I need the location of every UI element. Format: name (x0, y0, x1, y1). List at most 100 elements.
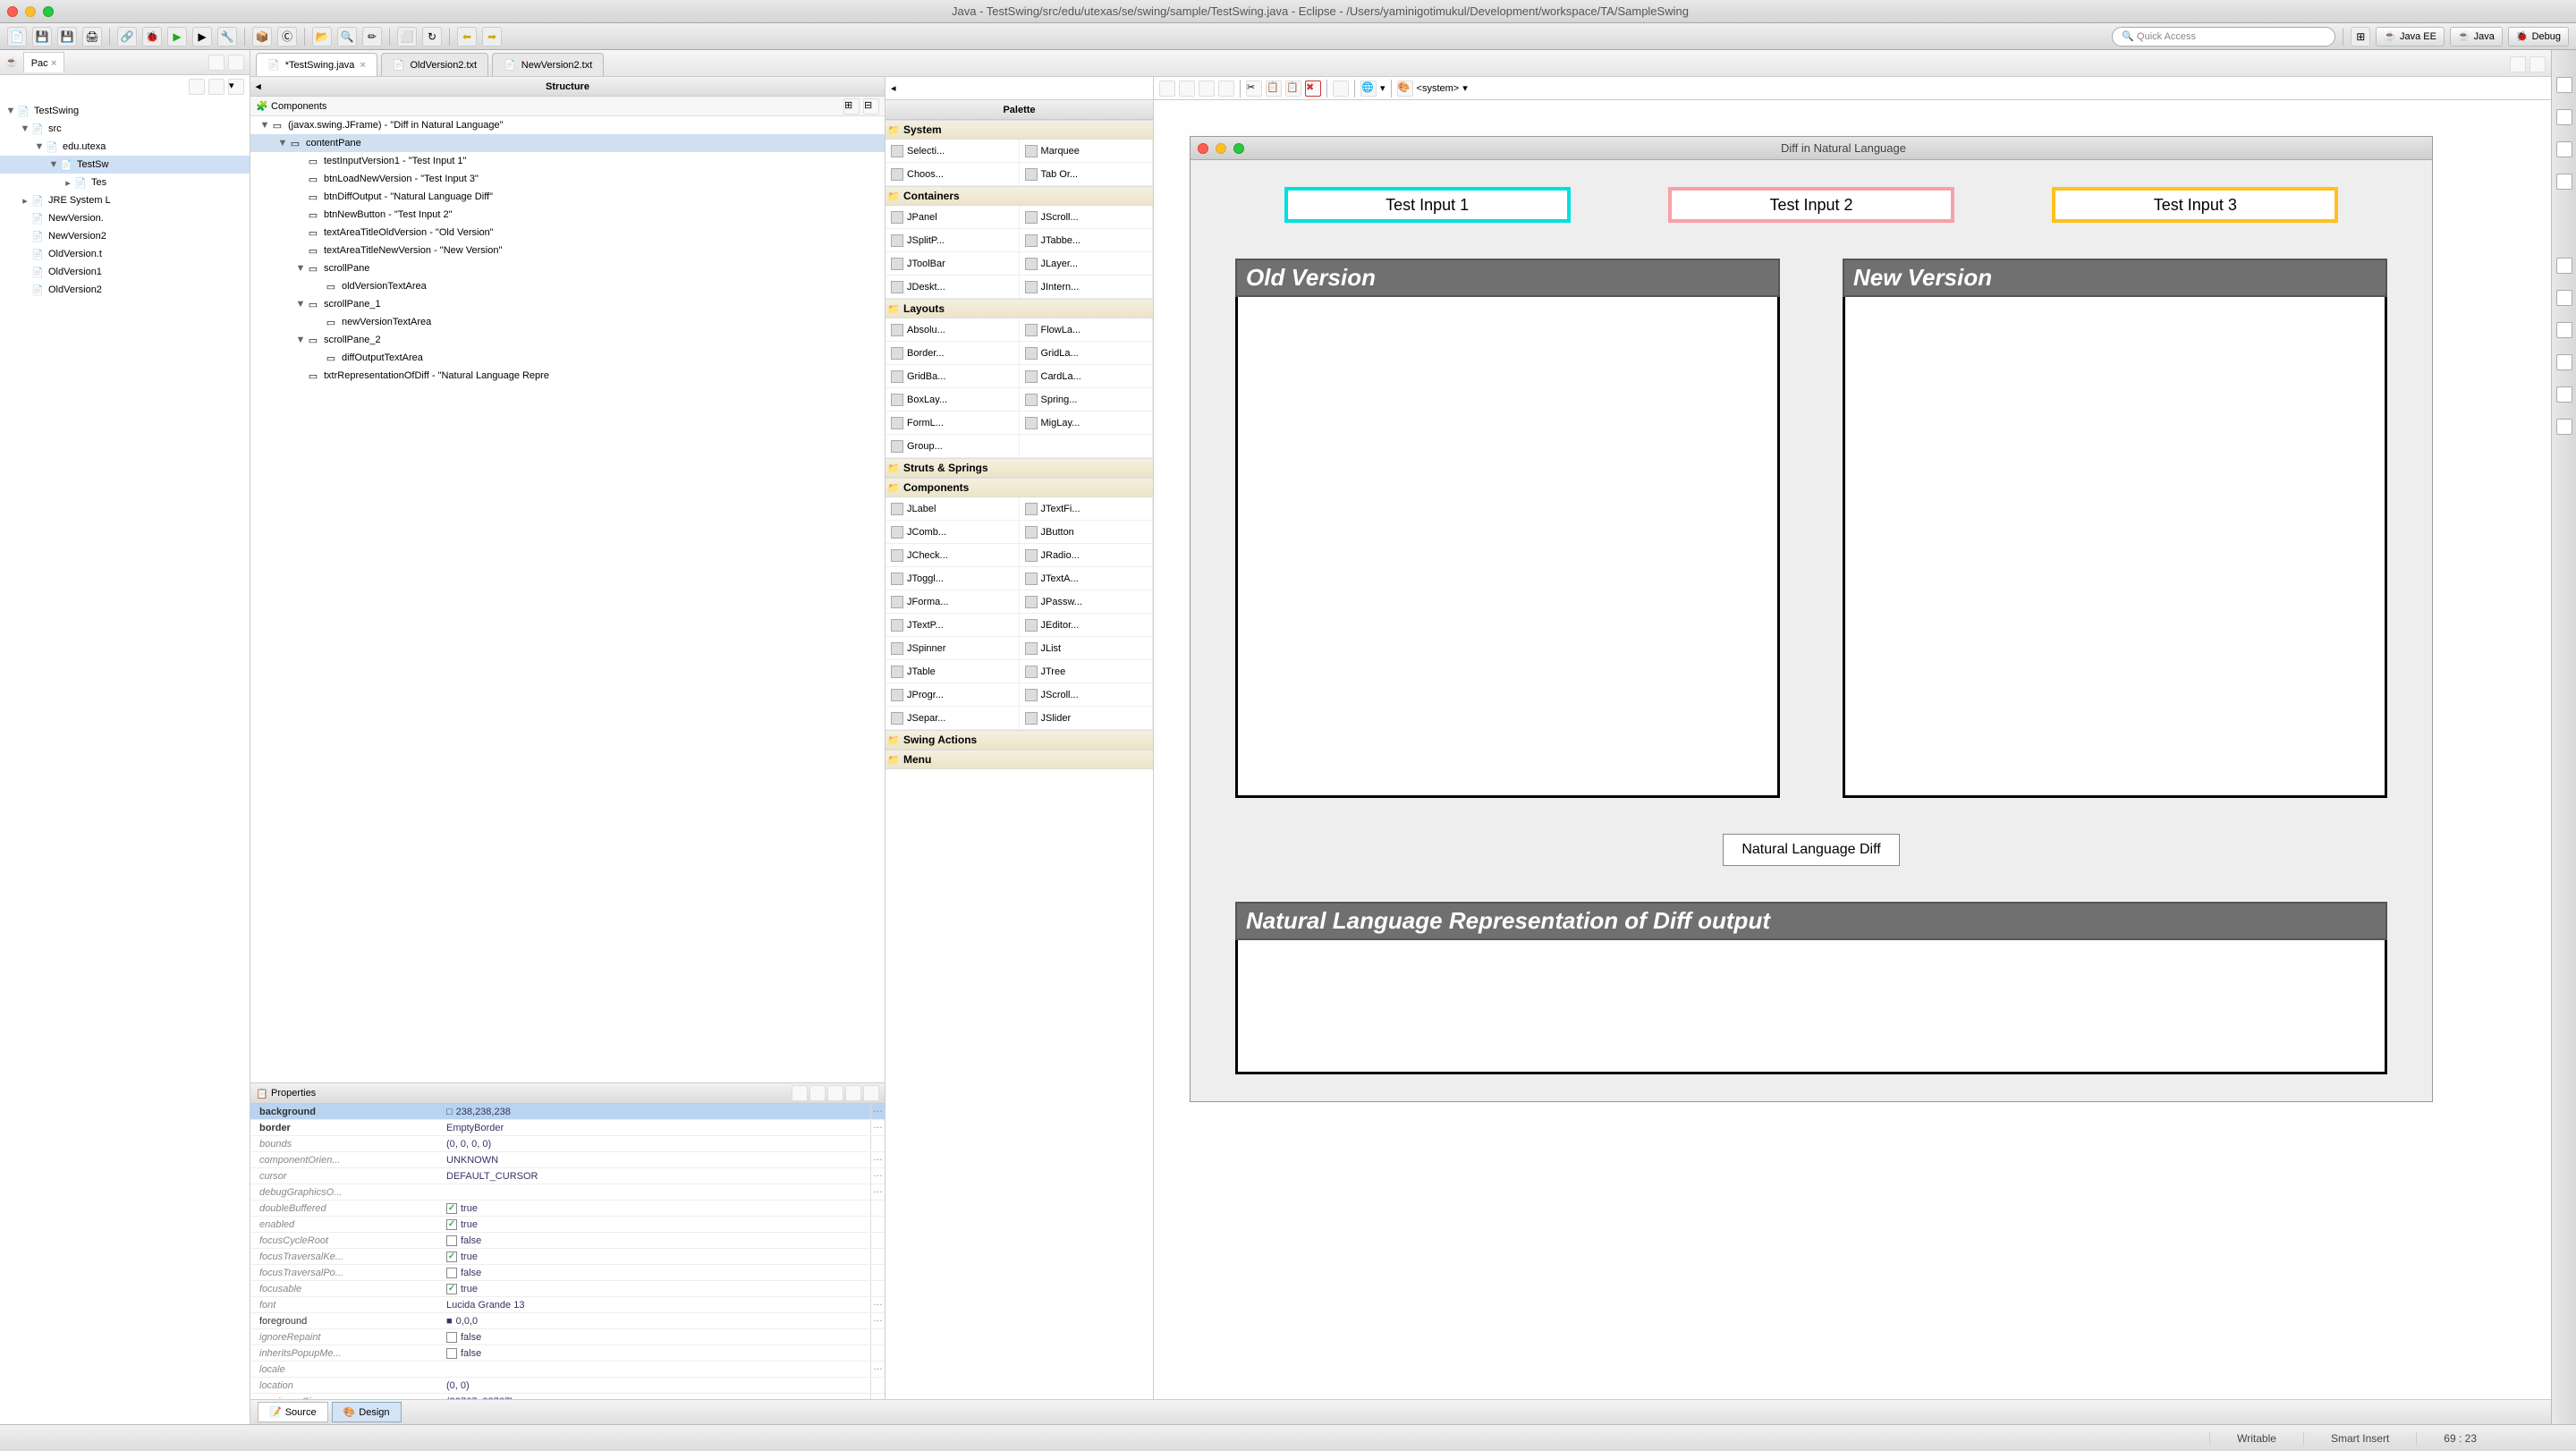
trim2-icon[interactable] (2556, 174, 2572, 190)
new-icon[interactable]: 📄 (7, 27, 27, 47)
prop-value-cell[interactable]: DEFAULT_CURSOR (443, 1168, 870, 1184)
property-row[interactable]: bounds(0, 0, 0, 0) (250, 1136, 885, 1152)
property-row[interactable]: cursorDEFAULT_CURSOR… (250, 1168, 885, 1184)
search-icon[interactable]: 🔍 (337, 27, 357, 47)
tree-row[interactable]: 📄OldVersion2 (0, 281, 250, 299)
property-row[interactable]: fontLucida Grande 13… (250, 1297, 885, 1313)
twisty-icon[interactable]: ▸ (20, 195, 30, 207)
prop-value-cell[interactable]: ✓true (443, 1249, 870, 1264)
preview-icon[interactable] (1333, 81, 1349, 97)
property-row[interactable]: doubleBuffered✓true (250, 1201, 885, 1217)
prop-value-cell[interactable]: (0, 0) (443, 1378, 870, 1393)
restore-def-icon[interactable] (845, 1085, 861, 1101)
trim4-icon[interactable] (2556, 419, 2572, 435)
palette-item[interactable]: JRadio... (1020, 544, 1154, 567)
component-row[interactable]: ▼▭scrollPane_1 (250, 295, 885, 313)
save-all-icon[interactable]: 💾 (57, 27, 77, 47)
palette-item[interactable]: JToolBar (886, 252, 1020, 276)
palette-item[interactable]: JLayer... (1020, 252, 1154, 276)
chevron-down-icon[interactable]: ▾ (1462, 82, 1468, 94)
component-row[interactable]: ▭textAreaTitleNewVersion - "New Version" (250, 242, 885, 259)
console-icon[interactable] (2556, 354, 2572, 370)
palette-item[interactable]: JCheck... (886, 544, 1020, 567)
ellipsis-icon[interactable]: … (870, 1313, 885, 1328)
outline-icon[interactable] (2556, 77, 2572, 93)
palette-item[interactable]: Selecti... (886, 140, 1020, 163)
minimize-window-icon[interactable] (25, 6, 36, 17)
checkbox-icon[interactable]: ✓ (446, 1203, 457, 1214)
palette-item[interactable]: JPanel (886, 206, 1020, 229)
canvas[interactable]: Diff in Natural Language Test Input 1 Te… (1154, 100, 2551, 1399)
ellipsis-icon[interactable]: … (870, 1120, 885, 1135)
tree-row[interactable]: ▼📄TestSw (0, 156, 250, 174)
property-row[interactable]: location(0, 0) (250, 1378, 885, 1394)
ellipsis-icon[interactable]: … (870, 1104, 885, 1119)
component-row[interactable]: ▭testInputVersion1 - "Test Input 1" (250, 152, 885, 170)
test-input-2-button[interactable]: Test Input 2 (1668, 187, 1954, 223)
component-row[interactable]: ▼▭scrollPane (250, 259, 885, 277)
palette-item[interactable]: JTree (1020, 660, 1154, 683)
palette-category[interactable]: System (886, 120, 1153, 140)
twisty-icon[interactable]: ▼ (34, 141, 45, 152)
checkbox-icon[interactable] (446, 1235, 457, 1246)
palette-item[interactable]: Absolu... (886, 318, 1020, 342)
prop-value-cell[interactable] (443, 1362, 870, 1377)
twisty-icon[interactable]: ▼ (295, 299, 306, 310)
maximize-icon[interactable] (2529, 56, 2546, 72)
component-row[interactable]: ▭newVersionTextArea (250, 313, 885, 331)
palette-item[interactable]: JIntern... (1020, 276, 1154, 299)
palette-item[interactable]: Marquee (1020, 140, 1154, 163)
twisty-icon[interactable]: ▼ (5, 106, 16, 116)
javadoc-icon[interactable] (2556, 290, 2572, 306)
palette-item[interactable]: JTextA... (1020, 567, 1154, 590)
palette-item[interactable]: JForma... (886, 590, 1020, 614)
tree-row[interactable]: 📄OldVersion1 (0, 263, 250, 281)
refresh-icon[interactable]: ↻ (422, 27, 442, 47)
property-row[interactable]: focusCycleRootfalse (250, 1233, 885, 1249)
prop-value-cell[interactable]: ■0,0,0 (443, 1313, 870, 1328)
delete-icon[interactable]: ✖ (1305, 81, 1321, 97)
palette-category[interactable]: Menu (886, 750, 1153, 769)
prop-value-cell[interactable]: ✓true (443, 1281, 870, 1296)
back-icon[interactable]: ⬅ (457, 27, 477, 47)
palette-item[interactable]: Group... (886, 435, 1020, 458)
laf-icon[interactable]: 🎨 (1397, 81, 1413, 97)
tree-row[interactable]: 📄OldVersion.t (0, 245, 250, 263)
content-pane[interactable]: Test Input 1 Test Input 2 Test Input 3 O… (1191, 160, 2432, 1101)
palette-item[interactable]: JLabel (886, 497, 1020, 521)
palette-item[interactable]: JToggl... (886, 567, 1020, 590)
property-row[interactable]: componentOrien...UNKNOWN… (250, 1152, 885, 1168)
prop-value-cell[interactable]: false (443, 1345, 870, 1361)
test-input-3-button[interactable]: Test Input 3 (2052, 187, 2338, 223)
palette-item[interactable]: JTabbe... (1020, 229, 1154, 252)
prop-value-cell[interactable] (443, 1184, 870, 1200)
palette-item[interactable]: JSpinner (886, 637, 1020, 660)
link-icon[interactable]: 🔗 (117, 27, 137, 47)
component-row[interactable]: ▭btnNewButton - "Test Input 2" (250, 206, 885, 224)
external-tools-icon[interactable]: 🔧 (217, 27, 237, 47)
property-row[interactable]: foreground■0,0,0… (250, 1313, 885, 1329)
events-icon[interactable] (809, 1085, 826, 1101)
component-row[interactable]: ▼▭(javax.swing.JFrame) - "Diff in Natura… (250, 116, 885, 134)
test-input-1-button[interactable]: Test Input 1 (1284, 187, 1571, 223)
property-row[interactable]: enabled✓true (250, 1217, 885, 1233)
diff-output-textarea[interactable] (1235, 940, 2387, 1074)
design-tab[interactable]: 🎨Design (332, 1402, 402, 1422)
prop-value-cell[interactable]: false (443, 1265, 870, 1280)
palette-category[interactable]: Struts & Springs (886, 458, 1153, 478)
palette-body[interactable]: SystemSelecti...MarqueeChoos...Tab Or...… (886, 120, 1153, 1399)
system-laf-value[interactable]: <system> (1417, 83, 1460, 94)
new-class-icon[interactable]: Ⓒ (277, 27, 297, 47)
palette-item[interactable]: CardLa... (1020, 365, 1154, 388)
component-row[interactable]: ▼▭scrollPane_2 (250, 331, 885, 349)
forward-icon[interactable]: ➡ (482, 27, 502, 47)
refresh-icon[interactable] (1179, 81, 1195, 97)
toggle-icon[interactable]: ⬜ (397, 27, 417, 47)
palette-category[interactable]: Containers (886, 186, 1153, 206)
chevron-left-icon[interactable]: ◂ (891, 82, 896, 94)
tree-row[interactable]: 📄NewVersion. (0, 209, 250, 227)
prop-value-cell[interactable]: EmptyBorder (443, 1120, 870, 1135)
palette-item[interactable]: Tab Or... (1020, 163, 1154, 186)
property-row[interactable]: borderEmptyBorder… (250, 1120, 885, 1136)
palette-item[interactable]: JButton (1020, 521, 1154, 544)
